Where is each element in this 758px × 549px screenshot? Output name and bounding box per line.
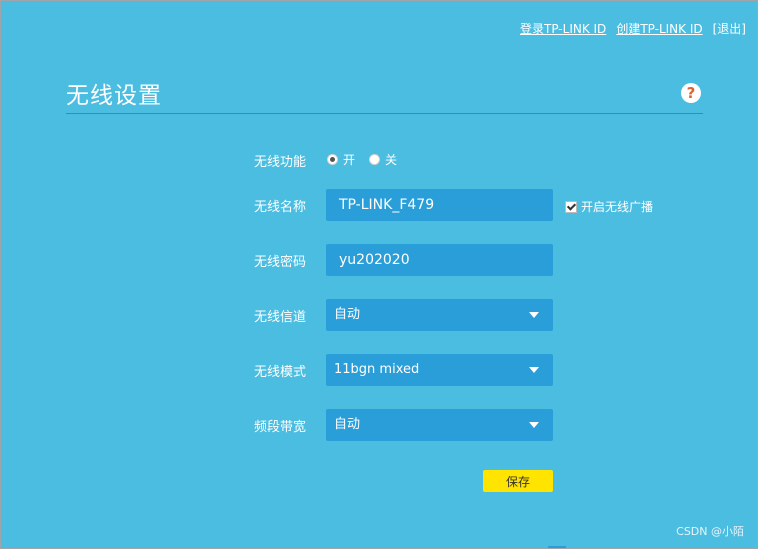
wireless-function-label: 无线功能 [254, 155, 307, 170]
mode-select[interactable]: 11bgn mixed [326, 354, 553, 386]
login-link[interactable]: 登录TP-LINK ID [520, 20, 606, 37]
channel-label: 无线信道 [254, 310, 307, 325]
radio-option-on[interactable]: 开 [327, 151, 355, 168]
channel-value: 自动 [334, 307, 361, 322]
logout-link[interactable]: [退出] [713, 20, 746, 37]
help-icon[interactable]: ? [681, 83, 701, 103]
page-title: 无线设置 [66, 83, 162, 109]
chevron-down-icon [529, 367, 539, 373]
bottom-indicator [548, 546, 566, 548]
broadcast-label: 开启无线广播 [581, 200, 654, 214]
bandwidth-value: 自动 [334, 417, 361, 432]
channel-select[interactable]: 自动 [326, 299, 553, 331]
title-divider [66, 113, 703, 114]
save-button[interactable]: 保存 [483, 470, 553, 492]
ssid-label: 无线名称 [254, 200, 307, 215]
broadcast-checkbox[interactable] [565, 200, 577, 213]
wireless-function-radio-group: 开 关 [327, 151, 405, 168]
create-id-link[interactable]: 创建TP-LINK ID [616, 20, 702, 37]
chevron-down-icon [529, 312, 539, 318]
mode-value: 11bgn mixed [334, 362, 420, 377]
chevron-down-icon [529, 422, 539, 428]
bandwidth-select[interactable]: 自动 [326, 409, 553, 441]
ssid-input[interactable]: TP-LINK_F479 [326, 189, 553, 221]
bandwidth-label: 频段带宽 [254, 420, 307, 435]
radio-option-off[interactable]: 关 [369, 151, 397, 168]
watermark-text: CSDN @小陌 [676, 525, 744, 538]
password-label: 无线密码 [254, 255, 307, 270]
radio-off-label: 关 [385, 153, 398, 167]
radio-off-icon[interactable] [369, 154, 381, 165]
radio-on-label: 开 [343, 153, 356, 167]
mode-label: 无线模式 [254, 365, 307, 380]
radio-on-icon[interactable] [327, 154, 338, 165]
password-input[interactable]: yu202020 [326, 244, 553, 276]
top-links: 登录TP-LINK ID 创建TP-LINK ID [退出] [520, 20, 746, 37]
broadcast-option[interactable]: 开启无线广播 [565, 198, 653, 215]
